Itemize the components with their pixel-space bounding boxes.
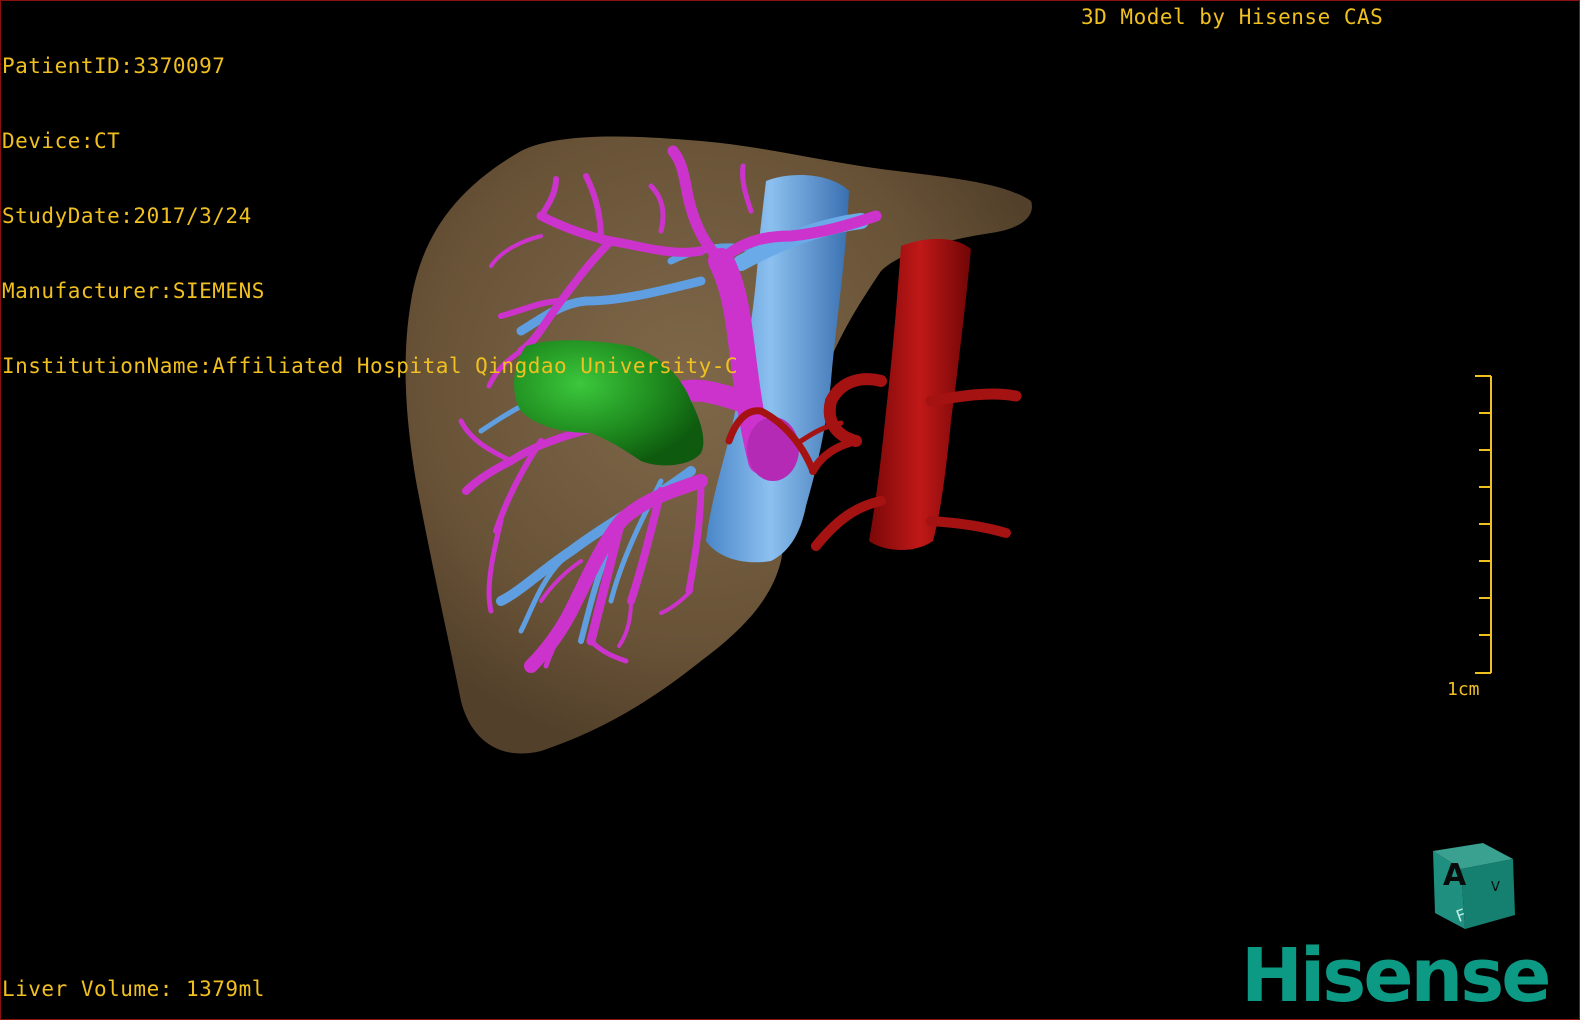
scale-unit-label: 1cm <box>1447 679 1480 700</box>
patient-id-label: PatientID:3370097 <box>2 54 226 78</box>
dicom-info-panel: PatientID:3370097 Device:CT StudyDate:20… <box>2 4 738 429</box>
portal-vein-trunk-end <box>747 417 799 481</box>
3d-viewport[interactable]: PatientID:3370097 Device:CT StudyDate:20… <box>0 0 1580 1020</box>
manufacturer-label: Manufacturer:SIEMENS <box>2 279 265 303</box>
study-date-label: StudyDate:2017/3/24 <box>2 204 252 228</box>
cube-front-label: A <box>1443 858 1467 893</box>
device-label: Device:CT <box>2 129 121 153</box>
hisense-logo: Hisense <box>1241 933 1551 1019</box>
cube-side-label: V <box>1491 880 1500 895</box>
orientation-cube[interactable]: A F V <box>1421 837 1521 937</box>
model-credit-label: 3D Model by Hisense CAS <box>1081 5 1384 29</box>
liver-volume-label: Liver Volume: 1379ml <box>2 977 265 1001</box>
scale-bar <box>1475 375 1492 674</box>
institution-label: InstitutionName:Affiliated Hospital Qing… <box>2 354 739 378</box>
